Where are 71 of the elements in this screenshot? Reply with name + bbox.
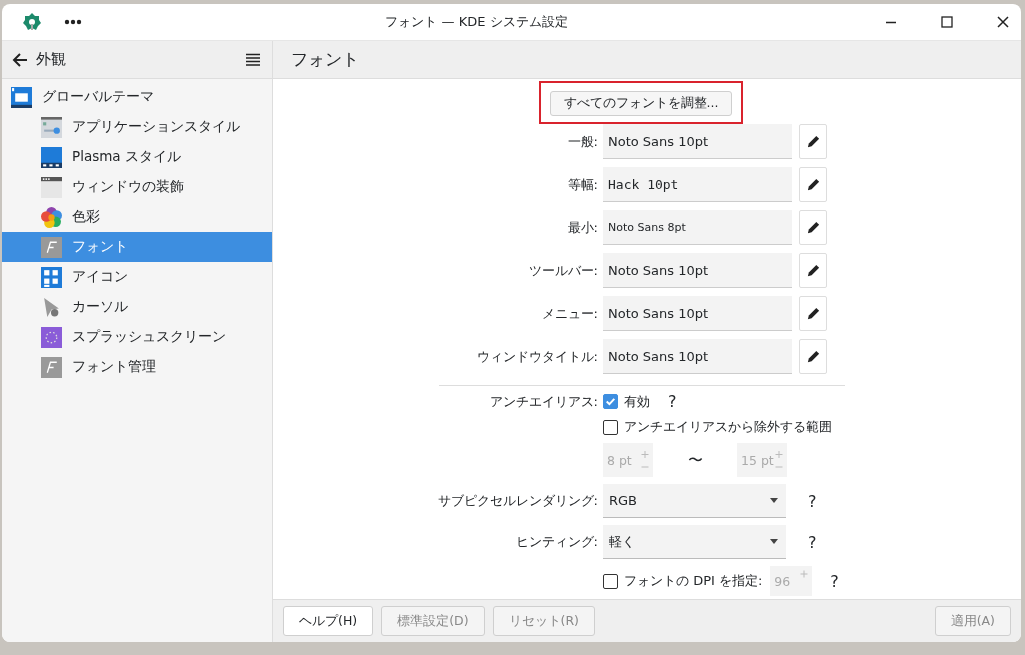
window-title: フォント — KDE システム設定 [384,13,569,31]
sidebar-item[interactable]: スプラッシュスクリーン [2,322,272,352]
field-label: アンチエイリアス: [488,392,598,411]
edit-button[interactable] [799,339,827,374]
edit-button[interactable] [799,124,827,159]
font-field: Noto Sans 10pt [603,296,792,331]
sidebar-item[interactable]: アイコン [2,262,272,292]
window-icon [41,116,62,138]
field-label: ツールバー: [527,261,598,280]
adjust-all-fonts-button[interactable]: すべてのフォントを調整... [549,91,733,116]
window-icon [11,86,32,108]
palette-icon [41,206,62,228]
pencil-icon [805,263,821,278]
checkbox[interactable] [603,419,618,435]
panel-icon [41,146,62,168]
field-label: 等幅: [566,175,598,194]
more-icon[interactable] [64,19,82,25]
grid-icon [41,266,62,288]
app-logo-icon[interactable] [22,12,42,32]
checkbox-label: 有効 [624,392,650,411]
sidebar-item[interactable]: アプリケーションスタイル [2,112,272,142]
close-icon[interactable] [997,16,1009,28]
field-label: 最小: [566,218,598,237]
pencil-icon [805,349,821,364]
hinting-dropdown[interactable]: 軽く [603,525,786,559]
help-icon[interactable]: ? [668,392,677,411]
font-field: Noto Sans 10pt [603,124,792,159]
checkbox-label: アンチエイリアスから除外する範囲 [624,418,832,436]
sidebar-title: 外観 [36,50,67,69]
field-label: メニュー: [540,304,598,323]
help-icon[interactable]: ? [808,491,817,511]
sidebar-item[interactable]: 色彩 [2,202,272,232]
help-icon[interactable]: ? [830,571,839,591]
help-icon[interactable]: ? [808,532,817,552]
sidebar-item[interactable]: グローバルテーマ [2,82,272,112]
sidebar-item[interactable]: カーソル [2,292,272,322]
cursor-icon [41,296,62,318]
font-field: Hack 10pt [603,167,792,202]
maximize-icon[interactable] [941,16,953,28]
field-label: 一般: [566,132,598,151]
spinner-icon [41,326,62,348]
checkbox[interactable] [603,573,618,589]
edit-button[interactable] [799,296,827,331]
field-label: サブピクセルレンダリング: [436,492,598,510]
sidebar-item[interactable]: Plasma スタイル [2,142,272,172]
window-icon [41,176,62,198]
pencil-icon [805,177,821,192]
footer-button[interactable]: ヘルプ(H) [283,606,374,636]
checkbox[interactable] [603,394,618,409]
font-field: Noto Sans 10pt [603,253,792,288]
font-field: Noto Sans 10pt [603,339,792,374]
range-separator: 〜 [686,450,704,470]
checkbox-label: フォントの DPI を指定: [624,572,763,590]
font-field: Noto Sans 8pt [603,210,792,245]
check-icon [604,395,617,408]
back-arrow-icon[interactable] [12,51,28,68]
menu-icon[interactable] [246,52,260,67]
font-icon [41,236,62,258]
edit-button[interactable] [799,253,827,288]
sidebar-item[interactable]: フォント管理 [2,352,272,382]
field-label: ヒンティング: [514,533,598,551]
subpixel-dropdown[interactable]: RGB [603,484,786,518]
pencil-icon [805,306,821,321]
field-label: ウィンドウタイトル: [475,347,598,366]
pencil-icon [805,220,821,235]
sidebar-item[interactable]: ウィンドウの装飾 [2,172,272,202]
pencil-icon [805,134,821,149]
page-title: フォント [291,48,359,71]
font-icon [41,356,62,378]
edit-button[interactable] [799,210,827,245]
edit-button[interactable] [799,167,827,202]
